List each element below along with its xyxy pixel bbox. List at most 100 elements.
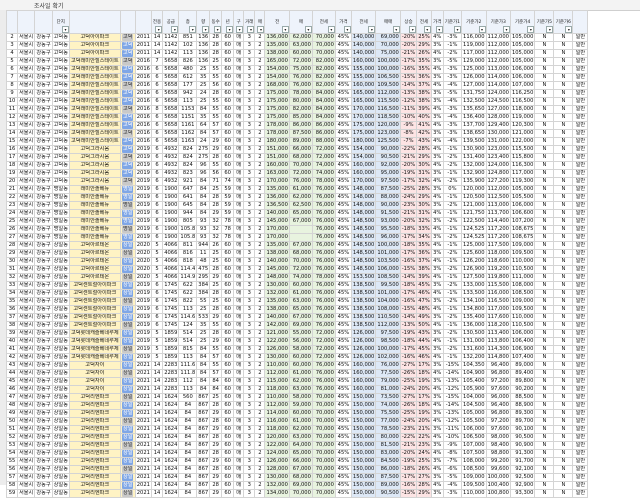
table-cell[interactable]: 84	[178, 457, 198, 466]
table-cell[interactable]: 6	[150, 281, 164, 290]
table-cell[interactable]: 3	[243, 281, 256, 290]
table-cell[interactable]: 5658	[162, 105, 180, 114]
table-cell[interactable]: 1859	[162, 345, 180, 354]
table-cell[interactable]: 150,000	[350, 409, 377, 418]
table-cell[interactable]: 120,000	[375, 121, 401, 130]
table-cell[interactable]: 76,000	[311, 249, 336, 258]
table-cell[interactable]: 72,000	[311, 153, 336, 162]
table-cell[interactable]: 4%	[430, 401, 444, 410]
table-cell[interactable]: 116,300	[509, 161, 536, 170]
table-cell[interactable]: 60	[221, 121, 235, 130]
table-cell[interactable]: 109,000	[509, 241, 536, 250]
table-cell[interactable]: N	[553, 393, 574, 402]
table-cell[interactable]: 14	[150, 409, 164, 418]
table-cell[interactable]: 76,000	[311, 361, 336, 370]
table-cell[interactable]: -1%	[442, 41, 463, 50]
table-cell[interactable]: 104,000	[375, 297, 401, 306]
table-cell[interactable]: 고덕동	[51, 105, 70, 114]
table-cell[interactable]: 28	[209, 41, 223, 50]
table-cell[interactable]: -15%	[399, 265, 418, 274]
table-cell[interactable]: 75,000	[375, 49, 401, 58]
table-cell[interactable]: 45%	[334, 41, 352, 50]
table-cell[interactable]: 2016	[134, 97, 152, 106]
table-cell[interactable]: 76,000	[311, 257, 336, 266]
table-cell[interactable]: 3%	[430, 233, 444, 242]
table-cell[interactable]: 3	[243, 225, 256, 234]
table-cell[interactable]: 70,000	[311, 457, 336, 466]
table-cell[interactable]: 강동구	[34, 217, 53, 226]
table-cell[interactable]: 고덕동	[51, 89, 70, 98]
filter-dropdown-icon[interactable]: ▾	[478, 26, 485, 33]
table-cell[interactable]: 매	[233, 425, 245, 434]
table-cell[interactable]: 14	[150, 385, 164, 394]
table-cell[interactable]: N	[553, 289, 574, 298]
table-cell[interactable]: 59	[6, 489, 18, 498]
table-cell[interactable]: 112,000	[375, 321, 401, 330]
table-cell[interactable]: 고덕동	[51, 137, 70, 146]
table-cell[interactable]: 45%	[334, 65, 352, 74]
table-cell[interactable]: -4%	[442, 481, 463, 490]
table-cell[interactable]: 106,900	[509, 345, 536, 354]
table-cell[interactable]: 148,500	[350, 225, 377, 234]
table-cell[interactable]: 4%	[430, 49, 444, 58]
table-cell[interactable]: 일반	[572, 329, 589, 338]
table-cell[interactable]: 136	[196, 33, 211, 42]
table-cell[interactable]: 3%	[430, 393, 444, 402]
table-cell[interactable]: 63,000	[288, 385, 313, 394]
table-cell[interactable]: 45%	[334, 385, 352, 394]
table-cell[interactable]: N	[553, 425, 574, 434]
table-row[interactable]: 37 서울시 강동구 상일동 고덕센트럴아이파크 상일 2019 6 1745 114.6 533 2…	[6, 313, 589, 322]
table-row[interactable]: 10 서울시 강동구 고덕동 고덕래미안힐스테이트 고덕 2016 6 5658 113 25 55 6…	[6, 97, 589, 106]
table-cell[interactable]: 29	[6, 249, 18, 258]
table-cell[interactable]: 상일동	[51, 353, 70, 362]
table-cell[interactable]: 60	[221, 273, 235, 282]
table-cell[interactable]: 30%	[416, 201, 432, 210]
table-cell[interactable]: 고덕동	[51, 177, 70, 186]
table-cell[interactable]: 641	[178, 193, 198, 202]
table-cell[interactable]: -3%	[442, 489, 463, 498]
column-header[interactable]	[572, 10, 589, 34]
table-cell[interactable]: 1162	[178, 129, 198, 138]
table-cell[interactable]: 2	[254, 385, 266, 394]
table-cell[interactable]: 2016	[134, 137, 152, 146]
table-cell[interactable]: -21%	[399, 441, 418, 450]
table-cell[interactable]: 20%	[416, 385, 432, 394]
table-cell[interactable]: 45%	[334, 161, 352, 170]
table-cell[interactable]: 70,000	[311, 409, 336, 418]
table-cell[interactable]: 113,000	[485, 201, 511, 210]
filter-dropdown-icon[interactable]: ▾	[423, 26, 431, 33]
table-cell[interactable]: 강동구	[34, 481, 53, 490]
table-cell[interactable]: 39%	[416, 273, 432, 282]
table-cell[interactable]: 2019	[134, 289, 152, 298]
table-cell[interactable]: 59	[221, 193, 235, 202]
table-cell[interactable]: N	[553, 449, 574, 458]
filter-dropdown-icon[interactable]: ▾	[392, 26, 400, 33]
table-cell[interactable]: 일반	[572, 345, 589, 354]
column-header[interactable]: 전세 ▾	[416, 10, 432, 34]
table-cell[interactable]: 상일동	[51, 313, 70, 322]
table-cell[interactable]: -1%	[442, 225, 463, 234]
table-cell[interactable]: 14	[150, 361, 164, 370]
table-cell[interactable]: 105,000	[509, 57, 536, 66]
table-cell[interactable]: 25	[209, 257, 223, 266]
table-cell[interactable]: 2	[254, 361, 266, 370]
table-cell[interactable]: 2021	[134, 457, 152, 466]
table-cell[interactable]: 27	[6, 233, 18, 242]
table-cell[interactable]: 108,500	[509, 289, 536, 298]
table-cell[interactable]: 4%	[430, 321, 444, 330]
table-cell[interactable]: 82,000	[288, 105, 313, 114]
table-cell[interactable]: 4066	[162, 241, 180, 250]
table-cell[interactable]: 46%	[416, 353, 432, 362]
table-cell[interactable]: 12	[6, 113, 18, 122]
table-cell[interactable]: 3%	[430, 185, 444, 194]
table-cell[interactable]: 3%	[430, 97, 444, 106]
table-cell[interactable]: N	[553, 409, 574, 418]
table-cell[interactable]: 36%	[416, 73, 432, 82]
table-cell[interactable]: 86,000	[311, 121, 336, 130]
table-cell[interactable]: 139,500	[461, 137, 487, 146]
table-cell[interactable]: N	[534, 129, 555, 138]
table-cell[interactable]: 170,000	[264, 233, 290, 242]
table-cell[interactable]: 41%	[416, 121, 432, 130]
table-cell[interactable]: 21	[6, 185, 18, 194]
table-cell[interactable]: 2016	[134, 65, 152, 74]
